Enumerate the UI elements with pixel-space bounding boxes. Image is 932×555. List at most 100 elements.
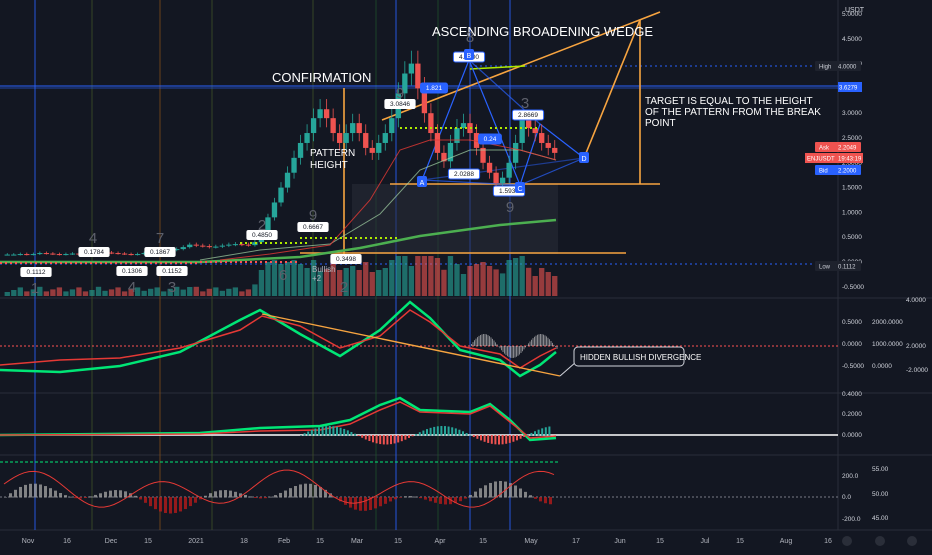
time-tick-label: Jun bbox=[614, 538, 625, 545]
divergence-label: HIDDEN BULLISH DIVERGENCE bbox=[580, 353, 701, 362]
oscillator-bar bbox=[462, 431, 464, 436]
rsi-bar bbox=[384, 497, 387, 504]
rsi-bar bbox=[459, 497, 462, 502]
oscillator-bar bbox=[325, 426, 328, 436]
wave-count: 4 bbox=[89, 230, 97, 247]
oscillator-pane bbox=[0, 396, 838, 445]
rsi-bar bbox=[64, 495, 67, 498]
volume-bar bbox=[56, 287, 63, 296]
oscillator-bar bbox=[444, 426, 446, 436]
candle bbox=[382, 133, 388, 143]
volume-bar bbox=[95, 286, 102, 296]
candle bbox=[200, 245, 206, 247]
volume-bar bbox=[180, 289, 186, 296]
oscillator-bar bbox=[404, 435, 407, 440]
oscillator-bar bbox=[487, 435, 490, 443]
volume-bar bbox=[512, 258, 519, 296]
volume-bar bbox=[389, 260, 395, 296]
macd-right-tick: 1000.0000 bbox=[872, 341, 903, 348]
volume-bar bbox=[473, 264, 480, 296]
oscillator-bar bbox=[476, 435, 479, 439]
pattern-point-labels: A B C D bbox=[417, 49, 589, 193]
oscillator-bar bbox=[307, 431, 310, 436]
oscillator-bar bbox=[541, 428, 544, 436]
oscillator-bar bbox=[350, 431, 353, 436]
rsi-bar bbox=[79, 497, 82, 499]
rsi-bar bbox=[534, 497, 537, 499]
wave-count: 6 bbox=[279, 267, 287, 284]
macd-tick: 0.0000 bbox=[842, 341, 862, 348]
rsi-tick: 200.0 bbox=[842, 473, 859, 480]
rsi-bar bbox=[189, 497, 192, 507]
ask-badge-value: 2.2049 bbox=[838, 146, 857, 152]
rsi-bar bbox=[404, 496, 407, 498]
candle bbox=[56, 254, 63, 256]
rsi-tick: -200.0 bbox=[842, 516, 861, 523]
bottom-controls[interactable] bbox=[842, 536, 917, 546]
indicator-axes: 0.5000 2000.0000 0.0000 1000.0000 -0.5000 0.0… bbox=[842, 297, 928, 523]
rsi-bar bbox=[529, 495, 532, 498]
oscillator-bar bbox=[361, 435, 364, 438]
volume-bar bbox=[493, 269, 499, 296]
volume-bar bbox=[499, 273, 506, 296]
candle bbox=[69, 253, 76, 255]
rsi-bar bbox=[474, 491, 477, 498]
candle bbox=[187, 244, 193, 248]
volume-bar bbox=[297, 264, 304, 296]
rsi-bar bbox=[229, 490, 232, 498]
value-label: 1.821 bbox=[426, 85, 443, 92]
high-badge-value: 4.0000 bbox=[838, 65, 857, 71]
volume-bar bbox=[63, 291, 69, 296]
rsi-bar bbox=[164, 497, 167, 513]
rsi-bar bbox=[519, 488, 522, 498]
candle bbox=[278, 187, 284, 203]
volume-bar bbox=[258, 270, 265, 296]
rsi-pane bbox=[0, 461, 838, 514]
oscillator-bar bbox=[508, 435, 511, 443]
wave-count: 2 bbox=[340, 279, 348, 296]
trading-chart[interactable]: ASCENDING BROADENING WEDGE CONFIRMATION … bbox=[0, 0, 932, 550]
rsi-bar bbox=[539, 497, 542, 502]
oscillator-tick: 0.2000 bbox=[842, 411, 862, 418]
rsi-bar bbox=[254, 497, 257, 498]
oscillator-bar bbox=[426, 429, 428, 436]
oscillator-bar bbox=[328, 426, 331, 436]
oscillator-bar bbox=[372, 435, 374, 443]
volume-bar bbox=[447, 256, 454, 296]
time-tick-label: 15 bbox=[479, 538, 487, 545]
value-label: 0.1112 bbox=[27, 269, 46, 276]
target-label: TARGET IS EQUAL TO THE HEIGHT OF THE PATT… bbox=[645, 96, 821, 129]
rsi-bar bbox=[284, 490, 287, 498]
time-tick-label: 2021 bbox=[188, 538, 204, 545]
candle bbox=[232, 244, 239, 246]
volume-bar bbox=[356, 270, 362, 296]
oscillator-bar bbox=[418, 432, 421, 436]
oscillator-bar bbox=[310, 429, 313, 436]
rsi-bar bbox=[209, 493, 212, 498]
rsi-bar bbox=[9, 493, 12, 498]
volume-bar bbox=[187, 287, 193, 296]
candle bbox=[350, 123, 356, 134]
rsi-right-tick: 50.00 bbox=[872, 491, 889, 498]
candle bbox=[108, 252, 115, 254]
macd-pane bbox=[0, 300, 838, 378]
time-tick-label: Apr bbox=[435, 538, 447, 545]
rsi-bar bbox=[234, 491, 237, 498]
rsi-bar bbox=[294, 486, 297, 498]
oscillator-bar bbox=[451, 427, 454, 436]
time-axis: Nov 16 Dec 15 2021 18 Feb 15 Mar 15 Apr 15 May 17 Jun 1… bbox=[22, 538, 832, 545]
confirmation-label: CONFIRMATION bbox=[272, 70, 371, 85]
volume-bar bbox=[232, 287, 239, 296]
candle bbox=[363, 133, 369, 148]
oscillator-bar bbox=[480, 435, 482, 441]
pattern-height-label: PATTERN HEIGHT bbox=[310, 148, 355, 171]
oscillator-bar bbox=[505, 435, 508, 444]
macd-right-tick: 2000.0000 bbox=[872, 319, 903, 326]
currency-label: USDT bbox=[845, 7, 865, 14]
candle bbox=[434, 133, 441, 153]
rsi-bar bbox=[264, 497, 267, 499]
chart-canvas[interactable]: ASCENDING BROADENING WEDGE CONFIRMATION … bbox=[0, 0, 932, 550]
rsi-bar bbox=[184, 497, 187, 510]
rsi-bar bbox=[149, 497, 152, 507]
oscillator-bar bbox=[544, 427, 547, 436]
